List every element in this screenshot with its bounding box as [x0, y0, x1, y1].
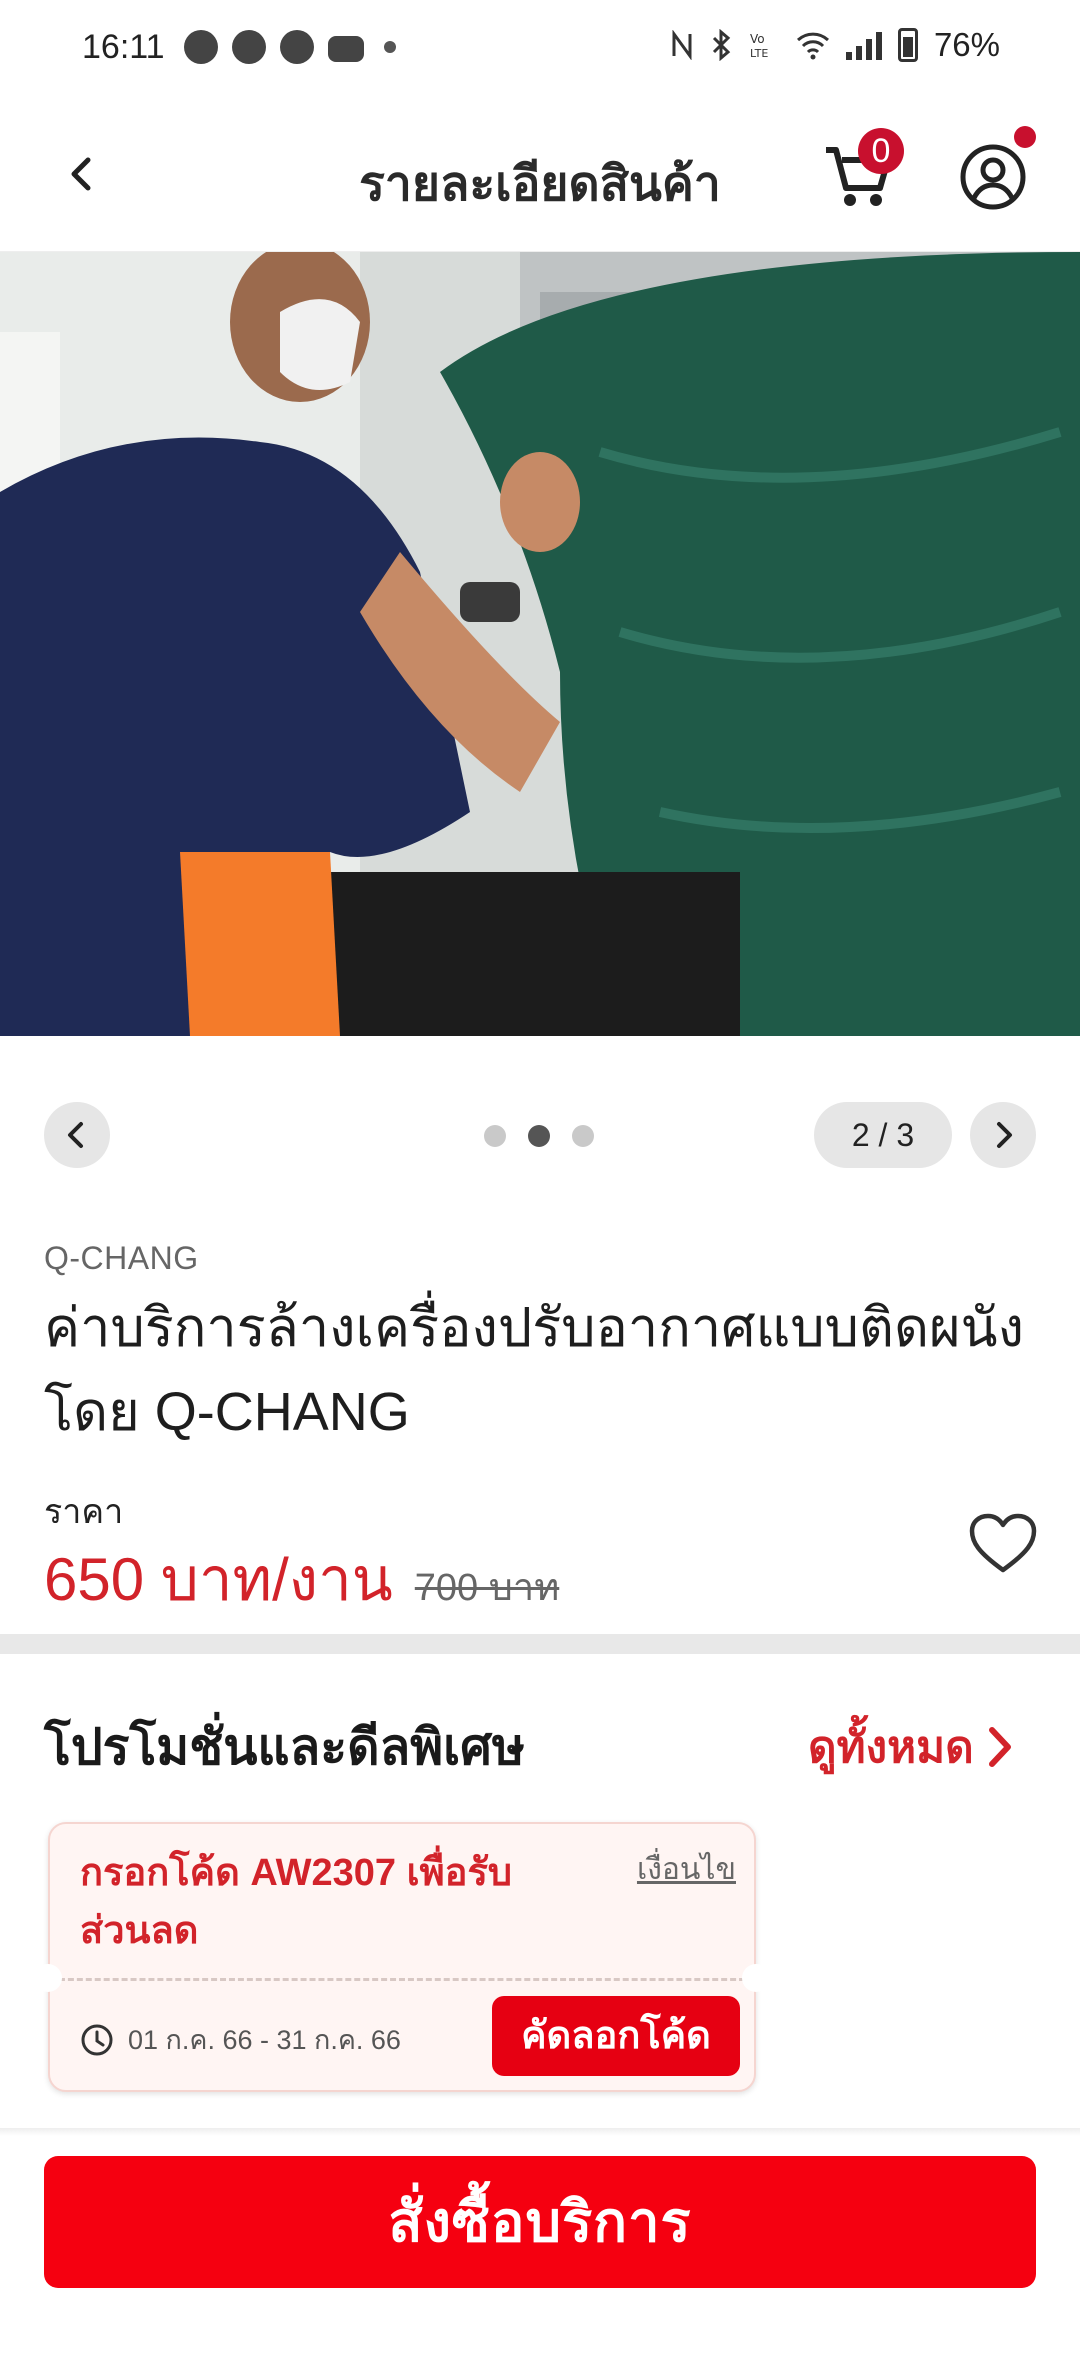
app-header: รายละเอียดสินค้า 0 — [0, 100, 1080, 252]
gallery-dot-active[interactable] — [528, 1125, 550, 1147]
chevron-right-icon — [997, 1122, 1012, 1148]
page-title: รายละเอียดสินค้า — [359, 158, 721, 211]
heart-icon — [969, 1513, 1037, 1573]
order-service-button[interactable]: สั่งซื้อบริการ — [44, 2156, 1036, 2288]
status-bar: 16:11 Vo LTE 76% — [0, 0, 1080, 100]
chevron-left-icon — [68, 1122, 83, 1148]
promotions-title: โปรโมชั่นและดีลพิเศษ — [44, 1719, 525, 1775]
product-image[interactable] — [0, 252, 1080, 1036]
photo-app-icon — [184, 30, 218, 64]
product-photo — [0, 252, 1080, 1036]
bottom-bar-shadow — [0, 2128, 1080, 2136]
battery-percent: 76% — [933, 26, 1000, 63]
system-icons: Vo LTE 76% — [670, 26, 1000, 64]
brand-name: Q-CHANG — [44, 1240, 199, 1276]
gallery-prev-button[interactable] — [44, 1102, 110, 1168]
see-all-label: ดูทั้งหมด — [808, 1723, 974, 1772]
youtube-icon — [328, 36, 364, 62]
coupon-card: กรอกโค้ด AW2307 เพื่อรับส่วนลด เงื่อนไข … — [34, 1822, 770, 2092]
svg-text:LTE: LTE — [750, 47, 768, 60]
coupon-notch — [34, 1964, 62, 1992]
product-title: ค่าบริการล้างเครื่องปรับอากาศแบบติดผนัง … — [44, 1298, 1024, 1442]
wifi-icon — [796, 32, 829, 60]
see-all-link[interactable]: ดูทั้งหมด — [808, 1712, 1016, 1782]
gallery-dot[interactable] — [484, 1125, 506, 1147]
cart-count-badge: 0 — [858, 128, 904, 174]
favorite-button[interactable] — [968, 1512, 1038, 1576]
copy-code-button[interactable]: คัดลอกโค้ด — [492, 1996, 740, 2076]
gallery-dot[interactable] — [572, 1125, 594, 1147]
coupon-validity: 01 ก.ค. 66 - 31 ก.ค. 66 — [80, 2018, 401, 2061]
price-label: ราคา — [44, 1493, 124, 1531]
coupon-date-range: 01 ก.ค. 66 - 31 ก.ค. 66 — [128, 2025, 401, 2055]
account-button[interactable] — [958, 142, 1028, 212]
gallery-next-button[interactable] — [970, 1102, 1036, 1168]
gallery-counter: 2 / 3 — [814, 1102, 952, 1168]
more-notifications-icon — [384, 41, 396, 53]
volte-icon: VoLTE — [750, 32, 768, 60]
nfc-icon — [672, 30, 692, 60]
user-icon — [960, 144, 1026, 210]
notification-icons — [184, 30, 396, 64]
coupon-text: กรอกโค้ด AW2307 เพื่อรับส่วนลด — [80, 1852, 513, 1952]
current-price: 650 บาท/งาน — [44, 1546, 393, 1613]
bluetooth-icon — [712, 29, 731, 61]
price-row: 650 บาท/งาน 700 บาท — [44, 1532, 559, 1627]
original-price: 700 บาท — [414, 1567, 560, 1609]
signal-icon — [845, 30, 882, 60]
notification-dot — [1014, 126, 1036, 148]
battery-icon — [897, 28, 918, 62]
speedometer-icon — [280, 30, 314, 64]
status-time: 16:11 — [82, 28, 165, 66]
coupon-divider — [50, 1978, 754, 1981]
chevron-right-icon — [988, 1727, 1011, 1767]
section-divider — [0, 1634, 1080, 1654]
messenger-icon — [232, 30, 266, 64]
clock-icon — [81, 2024, 113, 2055]
coupon-conditions-link[interactable]: เงื่อนไข — [637, 1846, 736, 1893]
coupon-notch — [742, 1964, 770, 1992]
svg-text:Vo: Vo — [750, 32, 765, 46]
gallery-pagination — [484, 1125, 594, 1147]
